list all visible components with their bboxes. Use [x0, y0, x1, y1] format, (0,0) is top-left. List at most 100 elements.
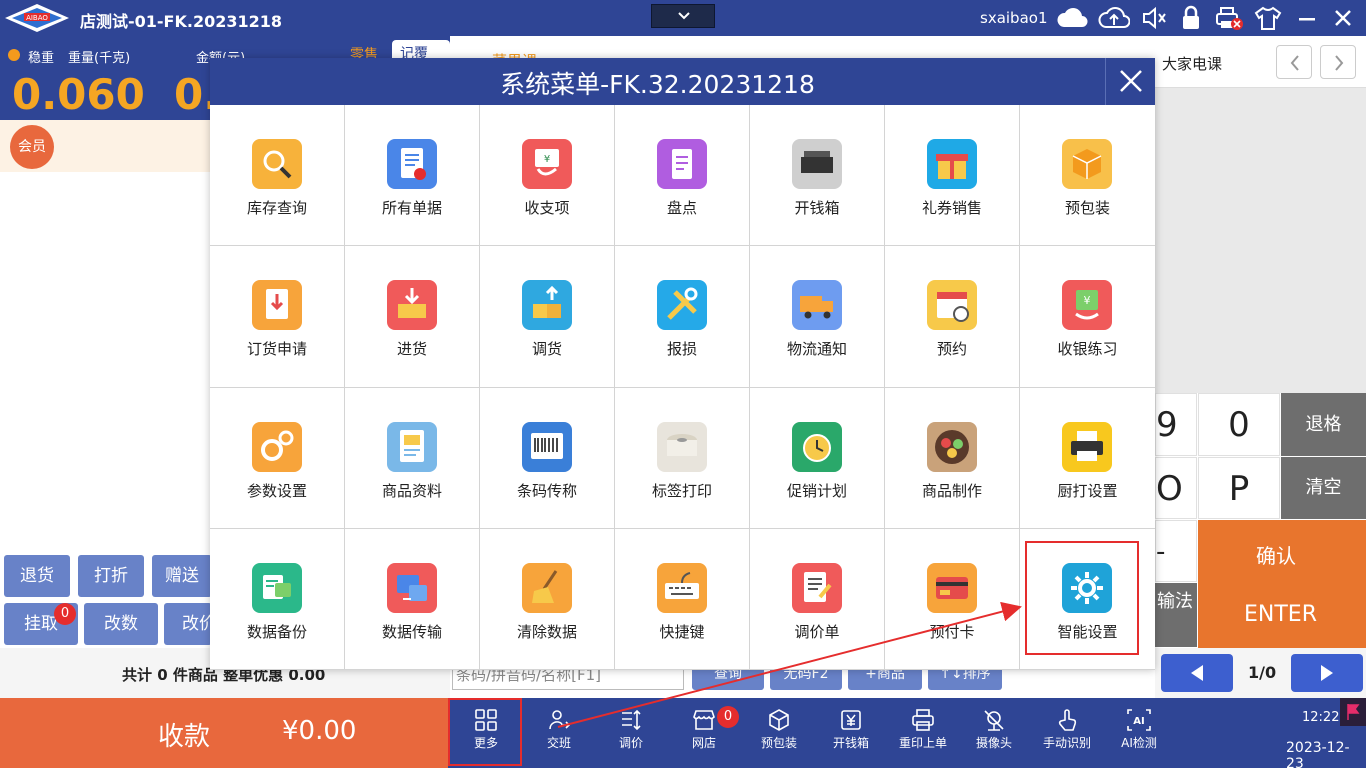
menu-item-cash-practice[interactable]: ¥ 收银练习: [1020, 246, 1155, 388]
menu-item-package[interactable]: 预包装: [1020, 105, 1155, 247]
svg-text:AI: AI: [1133, 716, 1144, 727]
toolbar-ai-detect[interactable]: AI AI检测: [1103, 700, 1175, 764]
gears-icon: [252, 421, 302, 472]
username: sxaibao1: [980, 9, 1048, 27]
close-icon[interactable]: [1330, 5, 1358, 31]
pay-button[interactable]: [0, 698, 448, 768]
toolbar-ai-label: AI检测: [1121, 736, 1157, 750]
menu-item-purchase[interactable]: 进货: [345, 246, 480, 388]
weight-label: 重量(千克): [68, 51, 131, 66]
category-prev-button[interactable]: [1276, 45, 1312, 79]
key-p[interactable]: P: [1198, 457, 1280, 519]
change-price-button[interactable]: 改价: [164, 603, 212, 645]
page-next-button[interactable]: [1291, 654, 1363, 692]
menu-item-kitchen-printer[interactable]: 厨打设置: [1020, 387, 1155, 529]
return-button[interactable]: 退货: [4, 555, 70, 597]
menu-item-label: 商品制作: [921, 481, 982, 500]
menu-grid: 库存查询 所有单据 ¥ 收支项 盘点 开钱箱 礼券销售 预包装订货申请 进货 调货 报损 物流通知 预约…: [210, 105, 1155, 670]
weight-value: 0.060: [12, 70, 145, 119]
barcode-icon: [522, 421, 572, 472]
change-qty-button[interactable]: 改数: [84, 603, 158, 645]
ime-key[interactable]: 输法: [1155, 583, 1197, 647]
confirm-label: 确认: [1256, 544, 1296, 568]
chevron-right-icon: [1335, 55, 1344, 71]
transfer-icon: [522, 280, 572, 331]
menu-item-label: 促销计划: [786, 481, 847, 500]
page-prev-button[interactable]: [1161, 654, 1233, 692]
printer-error-icon[interactable]: [1214, 5, 1243, 31]
title-dropdown-button[interactable]: [651, 4, 715, 28]
flag-icon: [1340, 698, 1366, 726]
menu-item-label: 所有单据: [381, 199, 442, 217]
member-button[interactable]: 会员: [10, 125, 54, 169]
pay-label: 收款: [158, 722, 211, 752]
menu-item-label: 礼券销售: [921, 199, 982, 217]
menu-item-order-request[interactable]: 订货申请: [210, 246, 345, 388]
menu-item-product-file[interactable]: 商品资料: [345, 387, 480, 529]
clock-date: 2023-12-23: [1286, 740, 1350, 772]
menu-item-stocktake[interactable]: 盘点: [615, 105, 750, 247]
toolbar-manual-recognition[interactable]: 手动识别: [1031, 700, 1103, 764]
discount-button[interactable]: 打折: [78, 555, 144, 597]
clear-key[interactable]: 清空: [1281, 457, 1366, 519]
chevron-down-icon: [678, 12, 690, 20]
close-icon: [1120, 70, 1142, 92]
triangle-left-icon: [1191, 665, 1203, 681]
menu-item-label: 订货申请: [246, 340, 307, 359]
menu-item-label: 调货: [531, 340, 562, 359]
purchase-icon: [387, 280, 437, 331]
menu-item-food-bowl[interactable]: 商品制作: [885, 387, 1020, 529]
tshirt-icon[interactable]: [1254, 5, 1282, 31]
tools-icon: [657, 280, 707, 331]
menu-item-backup[interactable]: 数据备份: [210, 528, 345, 670]
key-9[interactable]: 9: [1155, 393, 1197, 456]
menu-item-label: 进货: [396, 340, 427, 359]
app-logo: AIBAO: [4, 3, 70, 33]
minimize-icon[interactable]: [1294, 5, 1322, 31]
category-next-button[interactable]: [1320, 45, 1356, 79]
menu-item-calendar[interactable]: 预约: [885, 246, 1020, 388]
menu-item-documents[interactable]: 所有单据: [345, 105, 480, 247]
key-0[interactable]: 0: [1198, 393, 1280, 456]
toolbar-manual-label: 手动识别: [1042, 736, 1091, 750]
menu-item-label: 商品资料: [381, 481, 442, 500]
menu-item-inventory-search[interactable]: 库存查询: [210, 105, 345, 247]
menu-item-gift[interactable]: 礼券销售: [885, 105, 1020, 247]
menu-item-income-expense[interactable]: ¥ 收支项: [480, 105, 615, 247]
stable-label: 稳重: [28, 51, 55, 66]
stable-indicator: [8, 49, 20, 61]
smart-settings-highlight-box: [1025, 541, 1139, 655]
menu-item-transfer[interactable]: 调货: [480, 246, 615, 388]
menu-item-label-roll[interactable]: 标签打印: [615, 387, 750, 529]
truck-icon: [792, 280, 842, 331]
gift-icon: [927, 139, 977, 189]
modal-title: 系统菜单-FK.32.20231218: [500, 70, 815, 99]
menu-item-gears[interactable]: 参数设置: [210, 387, 345, 529]
category-tab-appliance[interactable]: 大家电课: [1162, 53, 1222, 74]
menu-item-label: 参数设置: [246, 481, 307, 500]
modal-close-button[interactable]: [1105, 58, 1155, 105]
gift-button[interactable]: 赠送: [152, 555, 212, 597]
menu-item-label: 数据备份: [246, 622, 307, 641]
menu-item-alarm-clock[interactable]: 促销计划: [750, 387, 885, 529]
menu-item-cash-drawer[interactable]: 开钱箱: [750, 105, 885, 247]
menu-item-tools[interactable]: 报损: [615, 246, 750, 388]
menu-item-label: 预包装: [1064, 199, 1110, 217]
menu-item-label: 收支项: [524, 199, 570, 217]
menu-item-data-transfer[interactable]: 数据传输: [345, 528, 480, 670]
cloud-icon[interactable]: [1056, 5, 1088, 31]
menu-item-barcode[interactable]: 条码传称: [480, 387, 615, 529]
speaker-muted-icon[interactable]: [1140, 5, 1168, 31]
menu-item-label: 开钱箱: [794, 199, 840, 217]
menu-item-label: 收银练习: [1057, 340, 1118, 359]
chevron-left-icon: [1290, 55, 1299, 71]
backspace-key[interactable]: 退格: [1281, 393, 1366, 456]
cloud-upload-icon[interactable]: [1098, 5, 1131, 31]
food-bowl-icon: [927, 421, 977, 472]
lock-icon[interactable]: [1178, 5, 1206, 31]
menu-item-truck[interactable]: 物流通知: [750, 246, 885, 388]
menu-item-label: 库存查询: [246, 199, 307, 217]
key-dash[interactable]: -: [1155, 520, 1197, 582]
order-request-icon: [252, 280, 302, 331]
key-o[interactable]: O: [1155, 457, 1197, 519]
